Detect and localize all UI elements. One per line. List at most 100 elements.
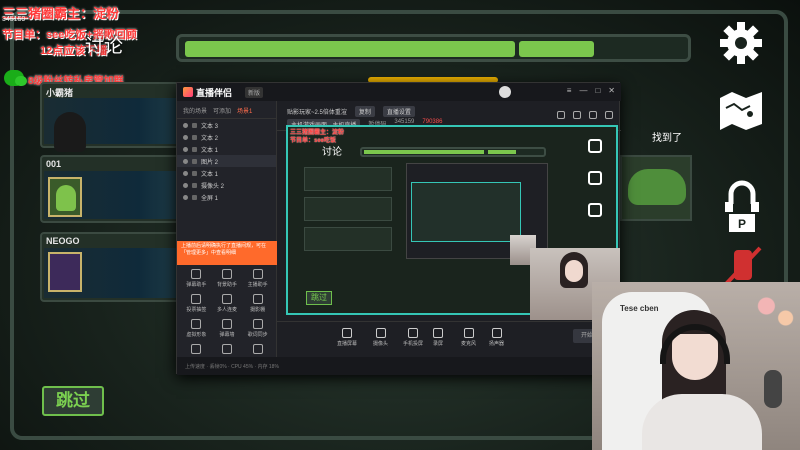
source-item[interactable]: 文本 3 bbox=[177, 119, 276, 131]
source-item[interactable]: 全屏 1 bbox=[177, 191, 276, 203]
eye-icon[interactable] bbox=[183, 122, 188, 128]
player-card-right[interactable] bbox=[620, 155, 692, 221]
skip-button[interactable]: 跳过 bbox=[42, 386, 104, 416]
app-titlebar: 直播伴侣 新版 ≡ — □ ✕ bbox=[177, 83, 621, 101]
source-item[interactable]: 文本 1 bbox=[177, 167, 276, 179]
progress-fill bbox=[185, 41, 515, 57]
preview-player-card bbox=[304, 197, 392, 221]
tool-icon bbox=[252, 294, 263, 304]
player-avatar bbox=[48, 252, 82, 292]
duck-avatar bbox=[54, 112, 86, 152]
eye-icon[interactable] bbox=[183, 182, 188, 188]
tool-danmu-wall[interactable]: 弹幕墙 bbox=[212, 319, 243, 338]
lock-icon[interactable] bbox=[192, 170, 197, 176]
minimize-icon[interactable]: — bbox=[579, 86, 587, 95]
source-label: 文本 1 bbox=[201, 171, 219, 178]
phone-icon bbox=[408, 328, 418, 338]
found-label: 找到了 bbox=[652, 133, 682, 144]
tool-danmu[interactable]: 弹幕助手 bbox=[181, 269, 212, 288]
lock-icon[interactable]: P bbox=[723, 178, 761, 234]
maximize-icon[interactable]: □ bbox=[595, 86, 600, 95]
tool-label: 背景助手 bbox=[216, 282, 237, 288]
source-item[interactable]: 文本 2 bbox=[177, 131, 276, 143]
overlay-id: 345159 bbox=[2, 16, 26, 23]
map-icon[interactable] bbox=[716, 88, 766, 132]
source-item[interactable]: 图片 2 bbox=[177, 155, 276, 167]
sources-sidebar: 我的场景 可添加 场景1 文本 3 文本 2 文本 1 图片 2 文本 1 摄像… bbox=[177, 101, 277, 357]
app-version-badge[interactable]: 新版 bbox=[245, 87, 264, 98]
notice-banner[interactable]: 上播前后请明确执行了直播间规，可在「管理更多」中查看明细 bbox=[177, 241, 277, 265]
tool-avatar[interactable]: 虚拟形象 bbox=[181, 319, 212, 338]
bell-icon[interactable] bbox=[589, 111, 597, 119]
tool-lyrics[interactable]: 歌词同步 bbox=[242, 319, 273, 338]
share-icon[interactable] bbox=[557, 111, 565, 119]
tool-icon bbox=[221, 319, 232, 329]
tool-extra[interactable] bbox=[242, 344, 273, 356]
lock-icon[interactable] bbox=[192, 146, 197, 152]
window-controls: ≡ — □ ✕ bbox=[567, 86, 615, 95]
gift-icon[interactable] bbox=[573, 111, 581, 119]
tool-background[interactable]: 背景助手 bbox=[212, 269, 243, 288]
camera-icon bbox=[375, 328, 386, 338]
speaker-icon bbox=[491, 328, 502, 338]
tool-extra[interactable] bbox=[181, 344, 212, 356]
source-item[interactable]: 文本 1 bbox=[177, 143, 276, 155]
avatar[interactable] bbox=[499, 86, 511, 98]
close-icon[interactable]: ✕ bbox=[608, 86, 615, 95]
tool-icon bbox=[191, 294, 202, 304]
phone-cast-button[interactable]: 手机投屏 bbox=[403, 328, 423, 347]
tool-extra[interactable] bbox=[212, 344, 243, 356]
preview-skip-button: 跳过 bbox=[306, 291, 332, 305]
lock-icon[interactable] bbox=[192, 194, 197, 200]
eye-icon[interactable] bbox=[183, 146, 188, 152]
lock-icon[interactable] bbox=[192, 158, 197, 164]
tool-icon bbox=[252, 319, 263, 329]
eye-icon[interactable] bbox=[183, 170, 188, 176]
eye-icon[interactable] bbox=[183, 134, 188, 140]
tool-studio[interactable]: 摄影棚 bbox=[242, 294, 273, 313]
tool-host[interactable]: 主播助手 bbox=[242, 269, 273, 288]
tool-multi-mic[interactable]: 多人连麦 bbox=[212, 294, 243, 313]
camera-button[interactable]: 摄像头 bbox=[373, 328, 388, 347]
monitor-icon bbox=[342, 328, 352, 338]
settings-icon[interactable] bbox=[605, 111, 613, 119]
tool-label: 虚拟形象 bbox=[186, 332, 207, 338]
speaker-button[interactable]: 扬声器 bbox=[489, 328, 504, 347]
gear-icon[interactable] bbox=[718, 20, 764, 66]
chair-logo-text: Tese cben bbox=[620, 304, 659, 313]
status-bar: 上传速度 · 丢帧0% · CPU 45% · 内存 18% bbox=[177, 357, 621, 375]
stream-settings-button[interactable]: 直播设置 bbox=[382, 106, 415, 117]
sidebar-tabs: 我的场景 可添加 场景1 bbox=[177, 101, 276, 119]
lock-icon[interactable] bbox=[192, 122, 197, 128]
svg-text:P: P bbox=[738, 217, 746, 231]
tab-scene-1[interactable]: 场景1 bbox=[237, 106, 252, 115]
stream-title[interactable]: 贴影玩家~2.5倍体重渲 bbox=[287, 107, 347, 116]
preview-discuss-label: 讨论 bbox=[322, 147, 342, 158]
screen-capture-button[interactable]: 直播屏幕 bbox=[337, 328, 357, 347]
preview-player-card bbox=[304, 227, 392, 251]
lock-icon[interactable] bbox=[192, 134, 197, 140]
source-label: 摄像头 2 bbox=[201, 183, 225, 190]
menu-icon[interactable]: ≡ bbox=[567, 86, 572, 95]
source-label: 文本 3 bbox=[201, 123, 219, 130]
wechat-icon bbox=[4, 70, 27, 86]
tab-my-scenes[interactable]: 我的场景 bbox=[183, 106, 207, 115]
frog-avatar bbox=[628, 169, 686, 205]
copy-button[interactable]: 复制 bbox=[354, 106, 375, 117]
app-title: 直播伴侣 bbox=[196, 88, 233, 98]
eye-icon[interactable] bbox=[183, 194, 188, 200]
eye-icon[interactable] bbox=[183, 158, 188, 164]
tool-icon bbox=[221, 269, 232, 279]
tab-addable[interactable]: 可添加 bbox=[213, 106, 231, 115]
source-item[interactable]: 摄像头 2 bbox=[177, 179, 276, 191]
microphone-button[interactable]: 麦克风 bbox=[461, 328, 476, 347]
source-label: 全屏 1 bbox=[201, 195, 219, 202]
microphone-icon bbox=[764, 370, 782, 408]
lock-icon[interactable] bbox=[192, 182, 197, 188]
tool-icon bbox=[252, 344, 263, 354]
tool-vote[interactable]: 投票抽签 bbox=[181, 294, 212, 313]
bottom-bar: 直播屏幕 摄像头 手机投屏 录屏 麦克风 扬声器 bbox=[277, 321, 621, 357]
player-name: NEOGO bbox=[46, 236, 80, 246]
record-button[interactable]: 录屏 bbox=[433, 328, 443, 347]
webcam-feed: Tese cben bbox=[592, 282, 800, 450]
